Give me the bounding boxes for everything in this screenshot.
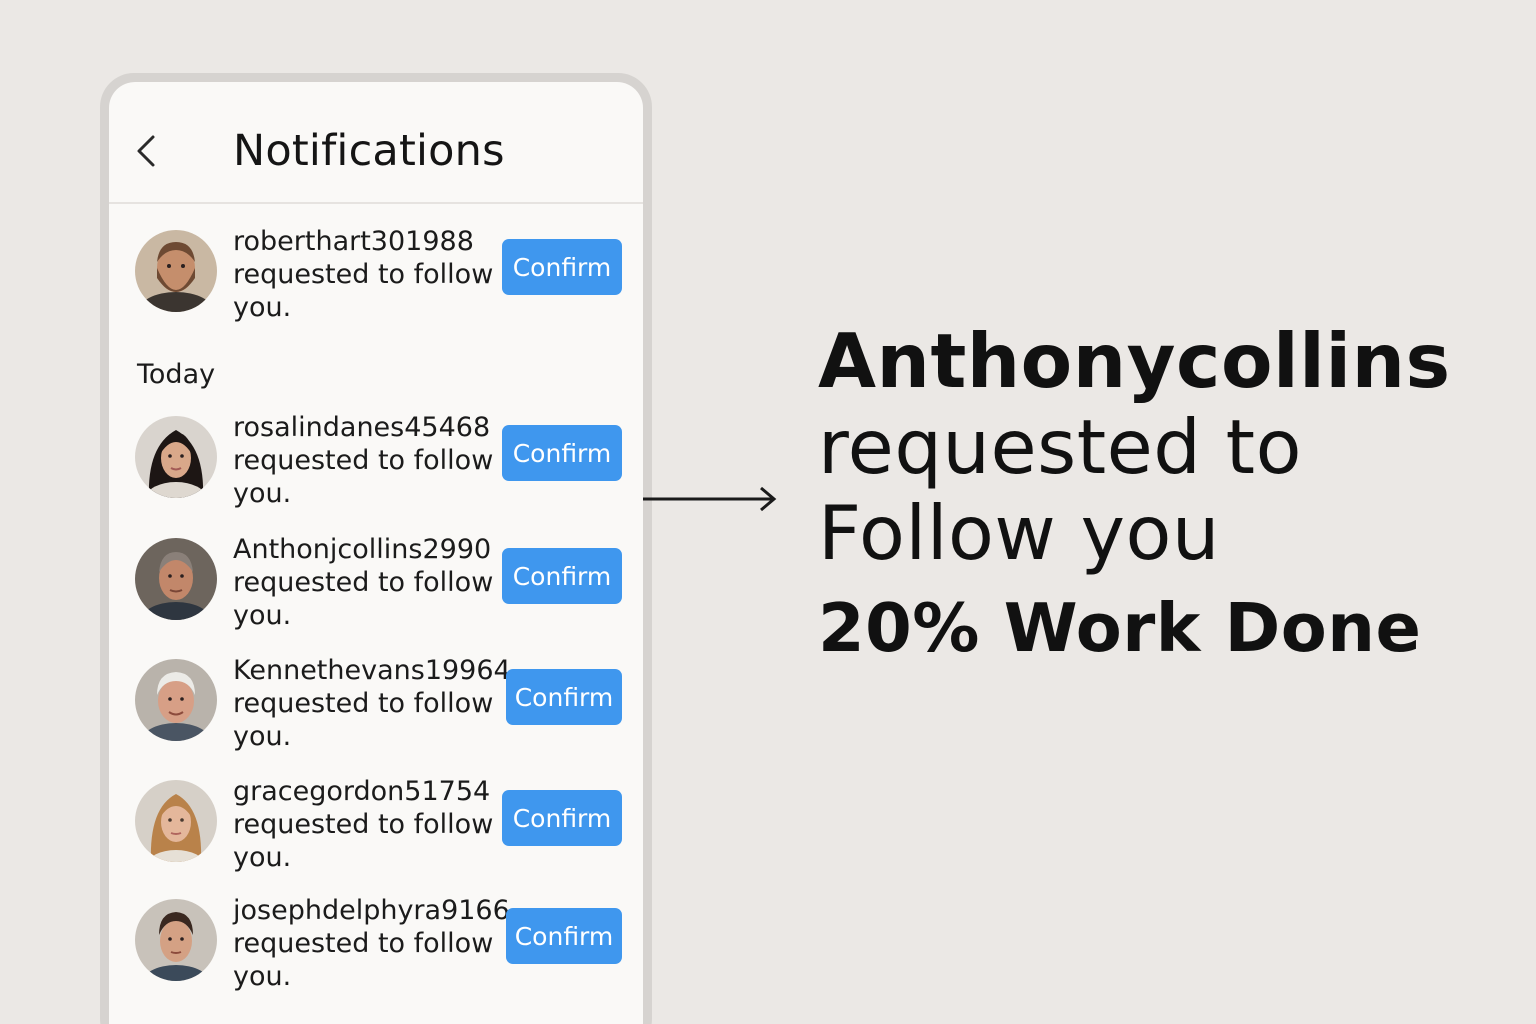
- notification-text: Kennethevans19964 requested to follow yo…: [233, 654, 511, 753]
- notification-username[interactable]: Kennethevans19964: [233, 654, 511, 687]
- notification-username[interactable]: rosalindanes45468: [233, 411, 505, 444]
- notification-text: Anthonjcollins2990 requested to follow y…: [233, 533, 505, 632]
- notification-message: requested to follow you.: [233, 688, 494, 752]
- notification-message: requested to follow you.: [233, 567, 494, 631]
- confirm-button[interactable]: Confirm: [502, 239, 622, 295]
- notification-item: josephdelphyra9166 requested to follow y…: [109, 895, 643, 1009]
- section-label-today: Today: [137, 359, 216, 390]
- notification-username[interactable]: josephdelphyra9166: [233, 894, 510, 927]
- young-woman-dark-hair-avatar[interactable]: [135, 416, 217, 498]
- older-man-avatar[interactable]: [135, 538, 217, 620]
- chevron-left-icon[interactable]: [131, 134, 165, 168]
- young-woman-blonde-avatar[interactable]: [135, 780, 217, 862]
- notification-username[interactable]: roberthart301988: [233, 225, 505, 258]
- notification-item: Kennethevans19964 requested to follow yo…: [109, 655, 643, 769]
- notification-message: requested to follow you.: [233, 259, 494, 323]
- notification-text: roberthart301988 requested to follow you…: [233, 225, 505, 324]
- progress-label: 20% Work Done: [818, 589, 1422, 667]
- notification-item: gracegordon51754 requested to follow you…: [109, 776, 643, 890]
- notification-text: gracegordon51754 requested to follow you…: [233, 775, 505, 874]
- notification-username[interactable]: gracegordon51754: [233, 775, 505, 808]
- young-man-avatar[interactable]: [135, 899, 217, 981]
- confirm-button[interactable]: Confirm: [506, 669, 622, 725]
- callout-text: Anthonycollins requested to Follow you: [818, 318, 1518, 576]
- page-title: Notifications: [233, 126, 505, 176]
- confirm-button[interactable]: Confirm: [502, 548, 622, 604]
- confirm-button[interactable]: Confirm: [502, 790, 622, 846]
- notification-message: requested to follow you.: [233, 809, 494, 873]
- notification-text: rosalindanes45468 requested to follow yo…: [233, 411, 505, 510]
- callout-line-3: Follow you: [818, 489, 1220, 577]
- stage: Notifications roberthart301988 requested…: [0, 0, 1536, 1024]
- phone-frame: Notifications roberthart301988 requested…: [100, 73, 652, 1024]
- arrow-right-icon: [643, 486, 777, 512]
- callout-line-1: Anthonycollins: [818, 317, 1451, 405]
- confirm-button[interactable]: Confirm: [506, 908, 622, 964]
- elderly-man-white-hair-avatar[interactable]: [135, 659, 217, 741]
- notification-item: Anthonjcollins2990 requested to follow y…: [109, 534, 643, 648]
- phone-screen: Notifications roberthart301988 requested…: [109, 82, 643, 1024]
- notification-item: roberthart301988 requested to follow you…: [109, 226, 643, 340]
- notification-message: requested to follow you.: [233, 445, 494, 509]
- notification-username[interactable]: Anthonjcollins2990: [233, 533, 505, 566]
- notification-item: rosalindanes45468 requested to follow yo…: [109, 412, 643, 526]
- confirm-button[interactable]: Confirm: [502, 425, 622, 481]
- notification-message: requested to follow you.: [233, 928, 494, 992]
- notification-text: josephdelphyra9166 requested to follow y…: [233, 894, 510, 993]
- notifications-header: Notifications: [109, 82, 643, 204]
- bearded-man-avatar[interactable]: [135, 230, 217, 312]
- callout-line-2: requested to: [818, 403, 1302, 491]
